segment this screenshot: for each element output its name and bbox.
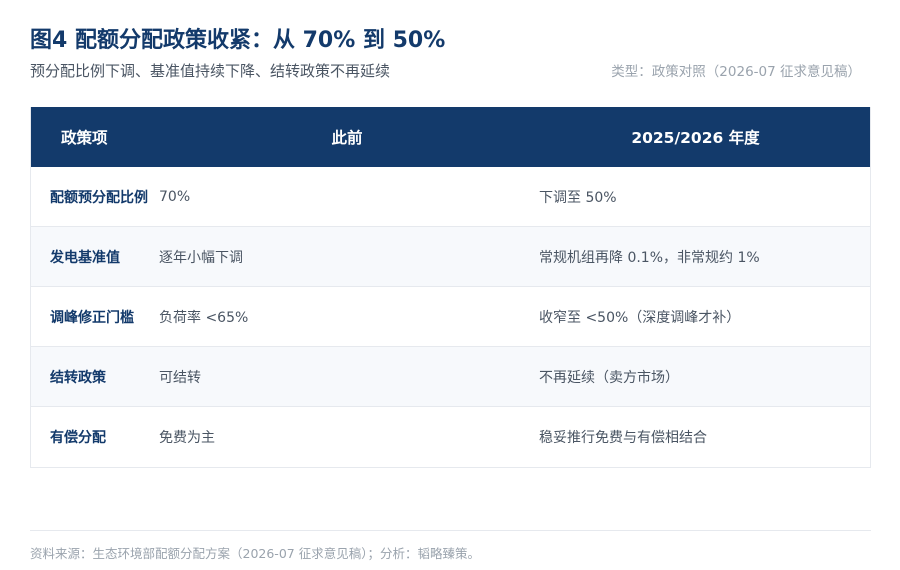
after-cell: 稳妥推行免费与有偿相结合 (539, 430, 707, 446)
after-cell: 不再延续（卖方市场） (539, 369, 679, 386)
table-header: 政策项 此前 2025/2026 年度 (31, 107, 870, 167)
policy-cell: 调峰修正门槛 (50, 309, 134, 326)
column-header-after: 2025/2026 年度 (631, 129, 760, 147)
column-header-policy: 政策项 (61, 129, 108, 147)
policy-cell: 发电基准值 (50, 249, 120, 266)
table-row: 有偿分配 免费为主 稳妥推行免费与有偿相结合 (31, 407, 870, 467)
before-cell: 免费为主 (159, 430, 215, 446)
before-cell: 70% (159, 188, 191, 205)
policy-cell: 有偿分配 (50, 430, 106, 446)
policy-cell: 配额预分配比例 (50, 189, 148, 206)
after-cell: 收窄至 <50%（深度调峰才补） (539, 309, 741, 326)
page-title: 图4 配额分配政策收紧：从 70% 到 50% (30, 28, 446, 53)
after-cell: 下调至 50% (539, 189, 617, 206)
table-row: 配额预分配比例 70% 下调至 50% (31, 167, 870, 227)
type-note: 类型：政策对照（2026-07 征求意见稿） (611, 64, 861, 80)
page-subtitle: 预分配比例下调、基准值持续下降、结转政策不再延续 (30, 62, 391, 80)
before-cell: 逐年小幅下调 (159, 249, 243, 266)
footer-divider (30, 530, 871, 531)
before-cell: 可结转 (159, 369, 201, 386)
table-row: 发电基准值 逐年小幅下调 常规机组再降 0.1%，非常规约 1% (31, 227, 870, 287)
policy-cell: 结转政策 (50, 369, 106, 386)
before-cell: 负荷率 <65% (159, 309, 249, 326)
table-row: 结转政策 可结转 不再延续（卖方市场） (31, 347, 870, 407)
policy-table: 政策项 此前 2025/2026 年度 配额预分配比例 70% 下调至 50% … (30, 107, 871, 468)
column-header-before: 此前 (331, 129, 363, 147)
after-cell: 常规机组再降 0.1%，非常规约 1% (539, 249, 760, 266)
table-row: 调峰修正门槛 负荷率 <65% 收窄至 <50%（深度调峰才补） (31, 287, 870, 347)
source-note: 资料来源：生态环境部配额分配方案（2026-07 征求意见稿）；分析：韬略臻策。 (30, 546, 480, 561)
page: 图4 配额分配政策收紧：从 70% 到 50% 预分配比例下调、基准值持续下降、… (30, 0, 871, 570)
